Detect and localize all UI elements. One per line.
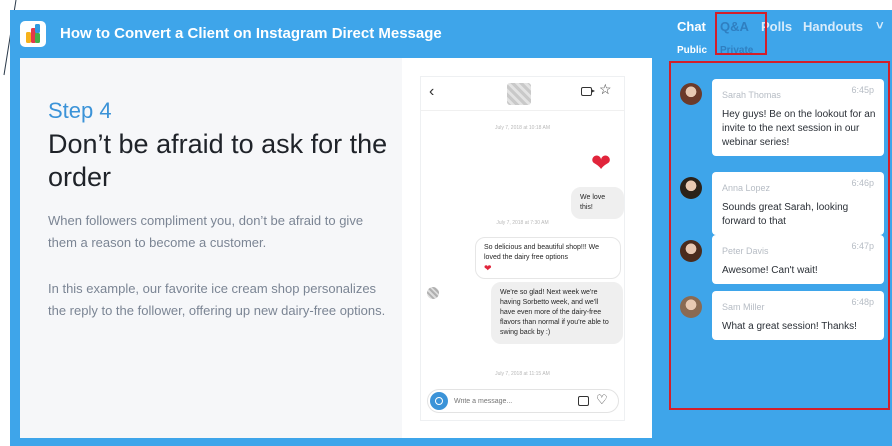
blurred-avatar <box>507 83 531 105</box>
chat-highlight-box <box>669 61 890 410</box>
dm-timestamp-3: July 7, 2018 at 11:15 AM <box>495 371 550 377</box>
tab-handouts[interactable]: Handouts <box>803 19 863 34</box>
slide-step-label: Step 4 <box>48 98 112 123</box>
heart-reaction-icon: ❤ <box>591 150 612 177</box>
dm-header: ‹ ☆ <box>421 77 624 111</box>
dm-sent-text: We love this! <box>580 194 606 211</box>
dm-timestamp-2: July 7, 2018 at 7:30 AM <box>496 220 549 226</box>
dm-reply-text: We're so glad! Next week we're having So… <box>500 289 609 336</box>
dm-reply-bubble: We're so glad! Next week we're having So… <box>491 282 623 344</box>
follower-avatar <box>427 287 439 299</box>
slide-paragraph-2: In this example, our favorite ice cream … <box>48 281 386 318</box>
app-logo-icon <box>20 21 46 47</box>
dm-timestamp-1: July 7, 2018 at 10:18 AM <box>494 125 551 131</box>
dm-composer: ♡ <box>427 389 619 413</box>
slide-paragraph-1: When followers compliment you, don’t be … <box>48 213 364 250</box>
image-icon[interactable] <box>578 396 589 406</box>
stage-header: How to Convert a Client on Instagram Dir… <box>10 10 662 56</box>
subtab-public[interactable]: Public <box>677 45 707 56</box>
dm-received-text: So delicious and beautiful shop!!! We lo… <box>484 244 600 261</box>
dm-message-input[interactable] <box>454 395 564 407</box>
dm-received-bubble: So delicious and beautiful shop!!! We lo… <box>475 237 621 279</box>
presentation-slide: Step 4 Don’t be afraid to ask for the or… <box>20 58 652 438</box>
chat-subtabs: Public Private <box>662 43 892 61</box>
app-root: How to Convert a Client on Instagram Dir… <box>0 0 892 446</box>
back-chevron-icon: ‹ <box>429 83 435 100</box>
heart-outline-icon[interactable]: ♡ <box>596 392 608 408</box>
slide-headline: Don’t be afraid to ask for the order <box>48 129 388 192</box>
video-call-icon <box>581 87 595 96</box>
webinar-title: How to Convert a Client on Instagram Dir… <box>60 25 442 42</box>
webinar-stage: How to Convert a Client on Instagram Dir… <box>10 10 662 446</box>
instagram-dm-mockup: ‹ ☆ July 7, 2018 at 10:18 AM ❤ We love t… <box>420 76 625 421</box>
star-icon: ☆ <box>599 81 612 97</box>
sidebar-tabs: Chat Q&A Polls Handouts ˅ <box>662 10 892 44</box>
dm-sent-bubble: We love this! <box>571 187 624 219</box>
camera-icon[interactable] <box>430 392 448 410</box>
chevron-down-icon[interactable]: ˅ <box>876 18 884 33</box>
tab-chat[interactable]: Chat <box>677 19 706 34</box>
qa-highlight-box <box>715 12 767 55</box>
heart-emoji-icon: ❤ <box>484 263 492 273</box>
slide-text-panel: Step 4 Don’t be afraid to ask for the or… <box>20 58 402 438</box>
